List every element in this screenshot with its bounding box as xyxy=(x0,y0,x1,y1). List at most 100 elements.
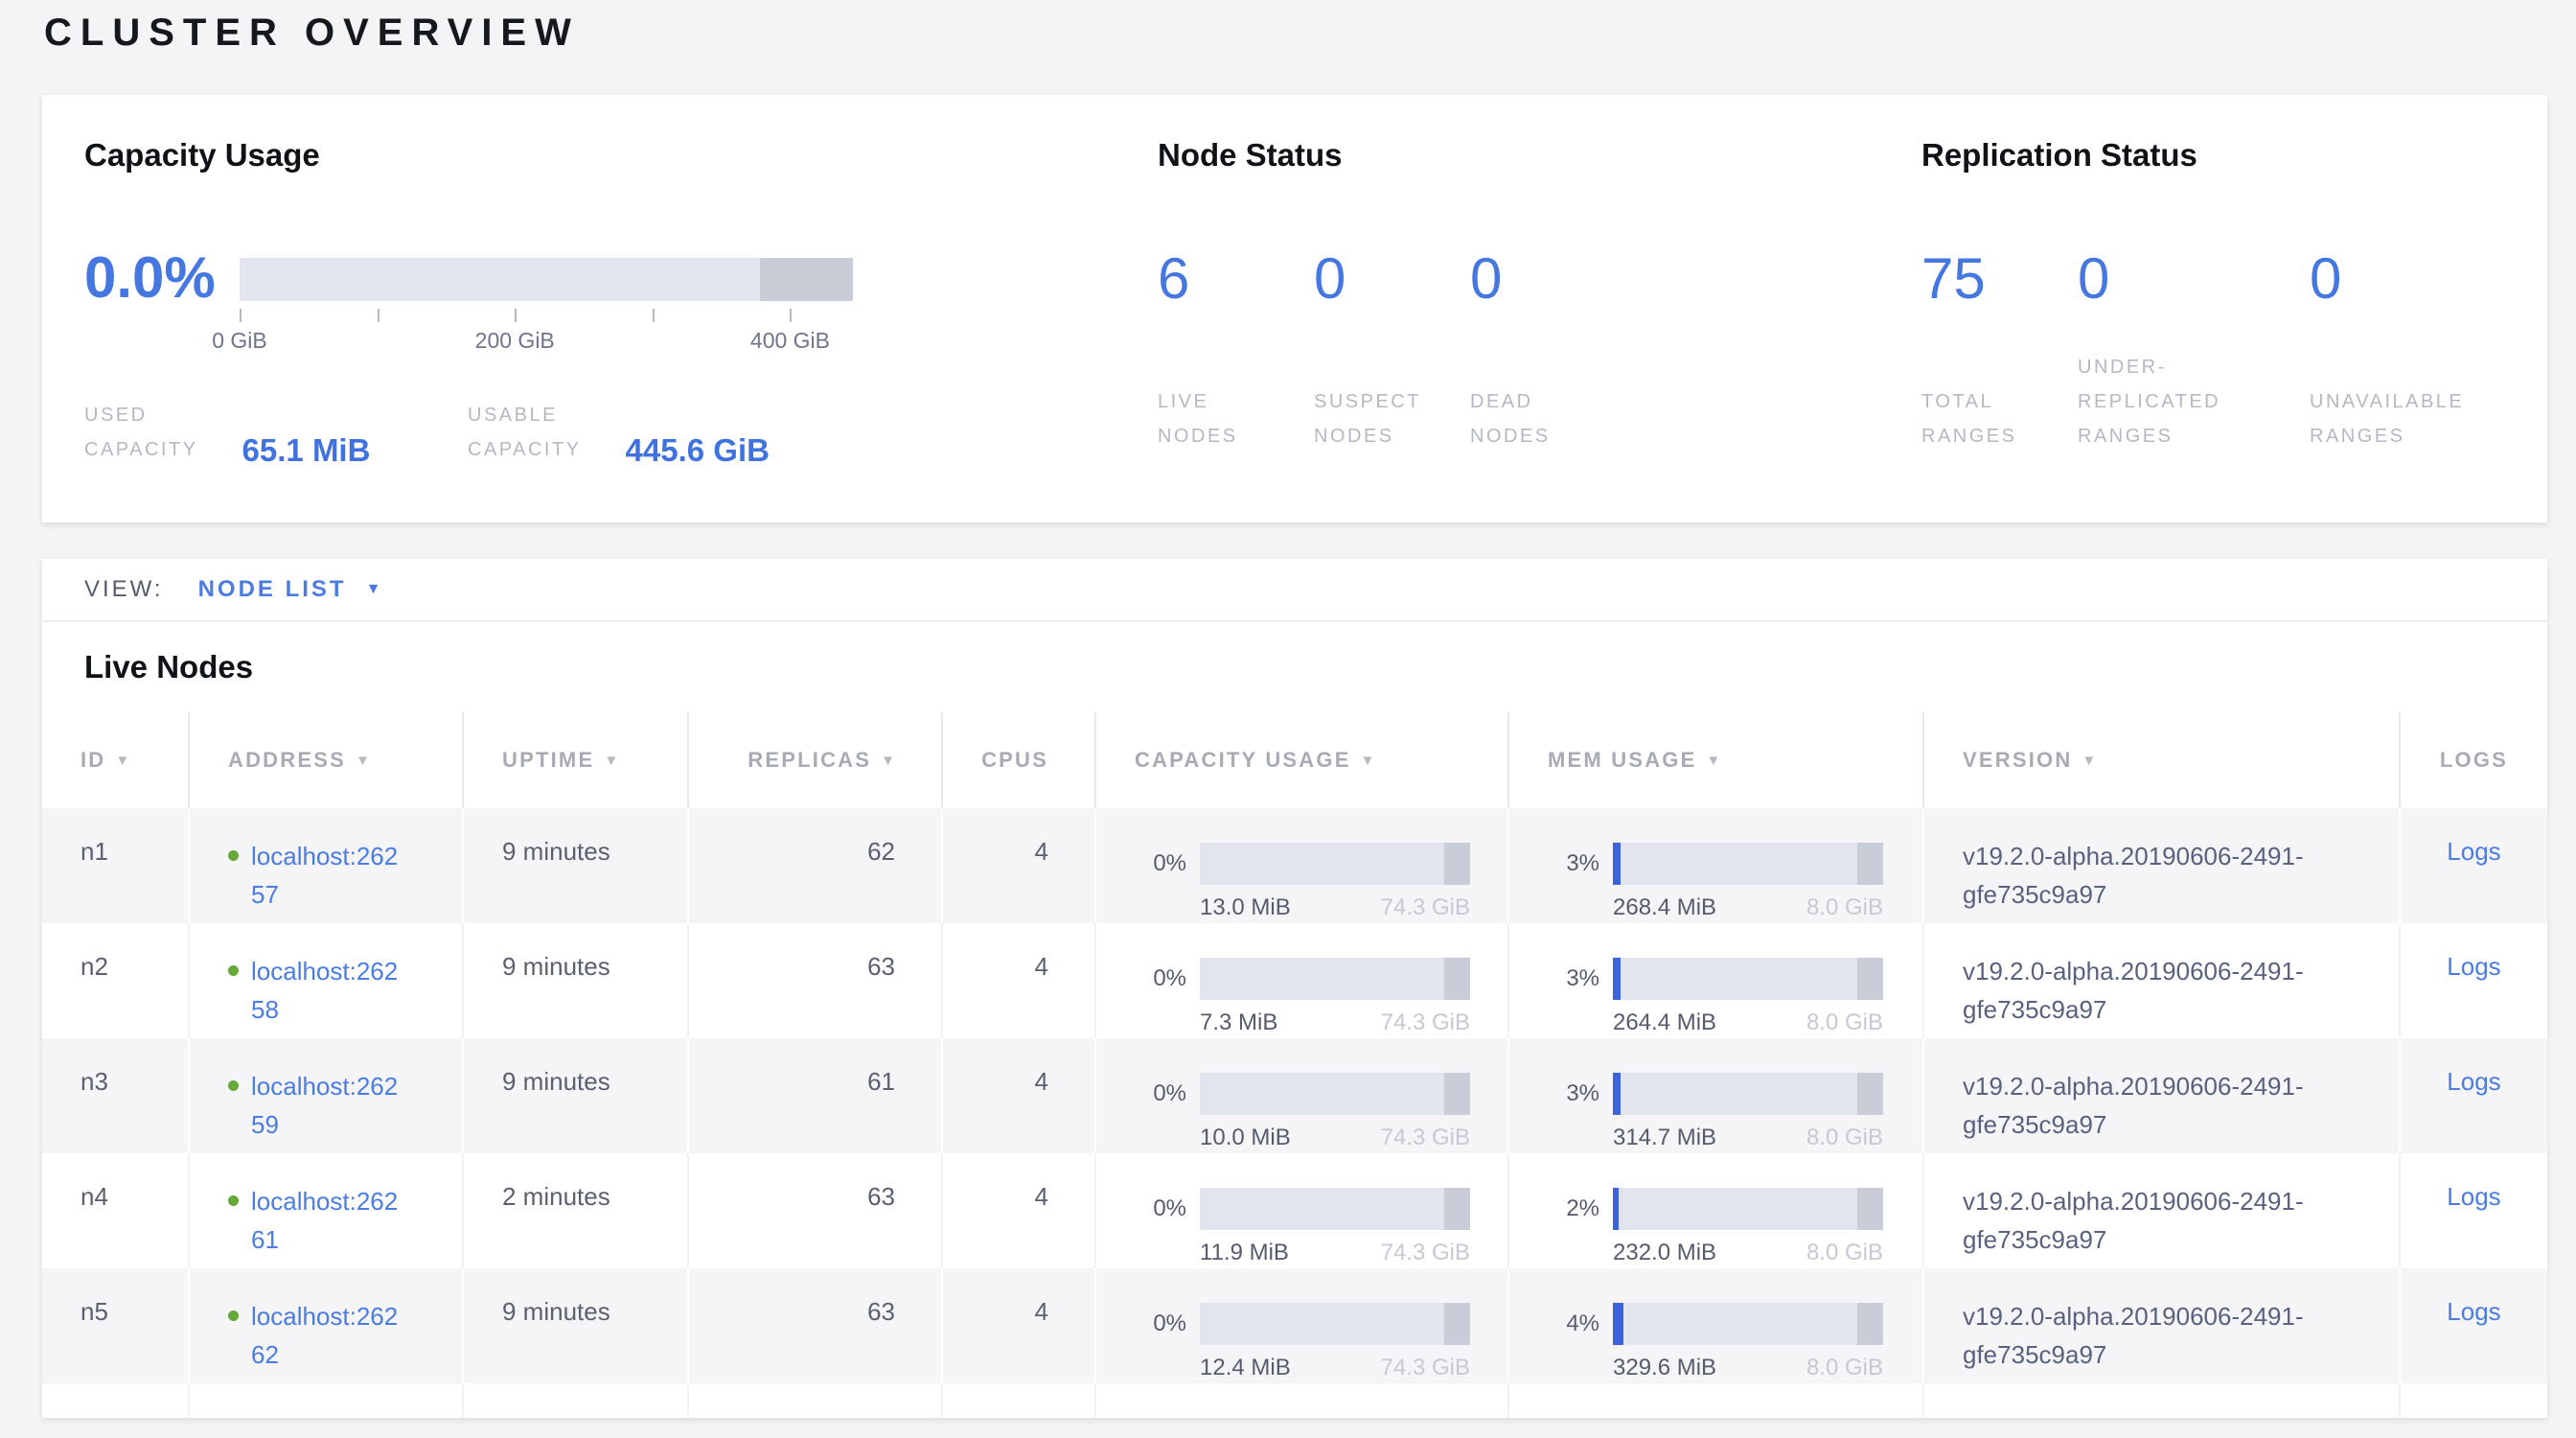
cluster-overview-page: CLUSTER OVERVIEW Capacity Usage 0.0% 0 G… xyxy=(0,0,2576,1438)
node-live-status-icon xyxy=(228,850,239,861)
live-nodes-table: ID▼ ADDRESS▼ UPTIME▼ REPLICAS▼ CPUS CAPA… xyxy=(42,712,2547,1418)
used-capacity-value: 65.1 MiB xyxy=(242,432,371,469)
table-row: n2 localhost:26258 9 minutes 63 4 0% 7.3… xyxy=(42,923,2547,1038)
capacity-used-percent: 0.0% xyxy=(84,246,240,310)
node-address-link[interactable]: localhost:26257 xyxy=(228,842,408,870)
table-row: n3 localhost:26259 9 minutes 61 4 0% 10.… xyxy=(42,1038,2547,1153)
capacity-usage-bar xyxy=(1200,1303,1470,1345)
node-cpus: 4 xyxy=(942,808,1095,923)
sort-arrow-icon: ▼ xyxy=(115,753,129,769)
capacity-bar-axis: 0 GiB 200 GiB 400 GiB xyxy=(240,301,853,359)
node-uptime: 9 minutes xyxy=(463,1038,688,1153)
node-logs-link[interactable]: Logs xyxy=(2447,1182,2500,1211)
column-header-id[interactable]: ID▼ xyxy=(42,712,189,808)
node-live-status-icon xyxy=(228,1080,239,1091)
node-replicas: 61 xyxy=(688,1038,942,1153)
sort-arrow-icon: ▼ xyxy=(604,753,618,769)
column-header-address[interactable]: ADDRESS▼ xyxy=(189,712,463,808)
capacity-usage-bar xyxy=(1200,1073,1470,1115)
under-replicated-ranges-stat: 0 UNDER- REPLICATED RANGES xyxy=(2078,248,2310,453)
column-header-capacity-usage[interactable]: CAPACITY USAGE▼ xyxy=(1095,712,1508,808)
table-row: n5 localhost:26262 9 minutes 63 4 0% 12.… xyxy=(42,1268,2547,1383)
nodes-table-card: VIEW: NODE LIST ▼ Live Nodes ID▼ ADDRESS… xyxy=(42,559,2547,1418)
node-uptime: 9 minutes xyxy=(463,1268,688,1383)
view-selector-bar: VIEW: NODE LIST ▼ xyxy=(42,559,2547,622)
mem-usage-bar xyxy=(1613,958,1883,1000)
capacity-usage-bar: 0 GiB 200 GiB 400 GiB xyxy=(240,258,853,301)
column-header-logs: LOGS xyxy=(2400,712,2547,808)
node-capacity-usage: 0% 10.0 MiB 74.3 GiB xyxy=(1095,1038,1508,1153)
column-header-version[interactable]: VERSION▼ xyxy=(1923,712,2400,808)
node-cpus: 4 xyxy=(942,1268,1095,1383)
column-header-uptime[interactable]: UPTIME▼ xyxy=(463,712,688,808)
node-live-status-icon xyxy=(228,1195,239,1206)
node-mem-usage: 3% 264.4 MiB 8.0 GiB xyxy=(1508,923,1923,1038)
column-header-mem-usage[interactable]: MEM USAGE▼ xyxy=(1508,712,1923,808)
table-header-row: ID▼ ADDRESS▼ UPTIME▼ REPLICAS▼ CPUS CAPA… xyxy=(42,712,2547,808)
axis-tick-label: 200 GiB xyxy=(475,328,555,354)
node-capacity-usage: 0% 7.3 MiB 74.3 GiB xyxy=(1095,923,1508,1038)
column-header-replicas[interactable]: REPLICAS▼ xyxy=(688,712,942,808)
capacity-usage-heading: Capacity Usage xyxy=(84,137,320,174)
node-cpus: 4 xyxy=(942,1038,1095,1153)
view-dropdown-selected: NODE LIST xyxy=(198,576,347,603)
node-address-link[interactable]: localhost:26259 xyxy=(228,1072,408,1101)
usable-capacity-stat: USABLE CAPACITY 445.6 GiB xyxy=(468,398,770,467)
node-logs-link[interactable]: Logs xyxy=(2447,1067,2500,1096)
sort-arrow-icon: ▼ xyxy=(356,753,370,769)
node-id: n5 xyxy=(42,1268,189,1383)
column-header-cpus: CPUS xyxy=(942,712,1095,808)
capacity-usage-bar xyxy=(1200,958,1470,1000)
view-label: VIEW: xyxy=(84,576,164,603)
node-capacity-usage: 0% 11.9 MiB 74.3 GiB xyxy=(1095,1153,1508,1268)
chevron-down-icon: ▼ xyxy=(366,581,381,598)
axis-tick-label: 400 GiB xyxy=(750,328,830,354)
capacity-usage-section: Capacity Usage 0.0% 0 GiB 200 GiB 400 Gi… xyxy=(84,95,947,522)
node-status-section: Node Status 6 LIVE NODES 0 SUSPECT NODES xyxy=(1158,95,1771,522)
node-cpus: 4 xyxy=(942,923,1095,1038)
capacity-usage-bar xyxy=(1200,843,1470,885)
capacity-usage-chart: 0.0% 0 GiB 200 GiB 400 GiB xyxy=(84,246,853,310)
node-replicas: 63 xyxy=(688,923,942,1038)
usable-capacity-value: 445.6 GiB xyxy=(626,432,770,469)
node-id: n3 xyxy=(42,1038,189,1153)
axis-tick-label: 0 GiB xyxy=(212,328,267,354)
node-logs-link[interactable]: Logs xyxy=(2447,1297,2500,1326)
node-mem-usage: 4% 329.6 MiB 8.0 GiB xyxy=(1508,1268,1923,1383)
node-address-link[interactable]: localhost:26262 xyxy=(228,1302,408,1331)
node-address-link[interactable]: localhost:26261 xyxy=(228,1187,408,1216)
used-capacity-stat: USED CAPACITY 65.1 MiB xyxy=(84,398,370,467)
node-id: n1 xyxy=(42,808,189,923)
node-logs-link[interactable]: Logs xyxy=(2447,952,2500,981)
mem-usage-bar xyxy=(1613,1188,1883,1230)
node-version: v19.2.0-alpha.20190606-2491-gfe735c9a97 xyxy=(1923,1038,2400,1153)
mem-usage-bar xyxy=(1613,843,1883,885)
dead-nodes-stat: 0 DEAD NODES xyxy=(1470,248,1626,453)
node-mem-usage: 2% 232.0 MiB 8.0 GiB xyxy=(1508,1153,1923,1268)
node-id: n2 xyxy=(42,923,189,1038)
node-address-link[interactable]: localhost:26258 xyxy=(228,957,408,986)
sort-arrow-icon: ▼ xyxy=(1706,753,1720,769)
node-version: v19.2.0-alpha.20190606-2491-gfe735c9a97 xyxy=(1923,1268,2400,1383)
unavailable-ranges-stat: 0 UNAVAILABLE RANGES xyxy=(2310,248,2554,453)
page-title: CLUSTER OVERVIEW xyxy=(44,12,580,55)
node-version: v19.2.0-alpha.20190606-2491-gfe735c9a97 xyxy=(1923,808,2400,923)
node-version: v19.2.0-alpha.20190606-2491-gfe735c9a97 xyxy=(1923,1153,2400,1268)
node-live-status-icon xyxy=(228,965,239,976)
node-logs-link[interactable]: Logs xyxy=(2447,837,2500,866)
live-nodes-heading: Live Nodes xyxy=(42,622,2547,712)
node-replicas: 62 xyxy=(688,808,942,923)
node-mem-usage: 3% 268.4 MiB 8.0 GiB xyxy=(1508,808,1923,923)
node-capacity-usage: 0% 13.0 MiB 74.3 GiB xyxy=(1095,808,1508,923)
view-dropdown[interactable]: NODE LIST ▼ xyxy=(198,576,381,603)
table-row: n1 localhost:26257 9 minutes 62 4 0% 13.… xyxy=(42,808,2547,923)
node-id: n4 xyxy=(42,1153,189,1268)
node-uptime: 2 minutes xyxy=(463,1153,688,1268)
node-uptime: 9 minutes xyxy=(463,923,688,1038)
live-nodes-stat: 6 LIVE NODES xyxy=(1158,248,1314,453)
node-cpus: 4 xyxy=(942,1153,1095,1268)
suspect-nodes-stat: 0 SUSPECT NODES xyxy=(1314,248,1470,453)
replication-status-section: Replication Status 75 TOTAL RANGES 0 UND… xyxy=(1921,95,2554,522)
total-ranges-stat: 75 TOTAL RANGES xyxy=(1921,248,2078,453)
node-mem-usage: 3% 314.7 MiB 8.0 GiB xyxy=(1508,1038,1923,1153)
